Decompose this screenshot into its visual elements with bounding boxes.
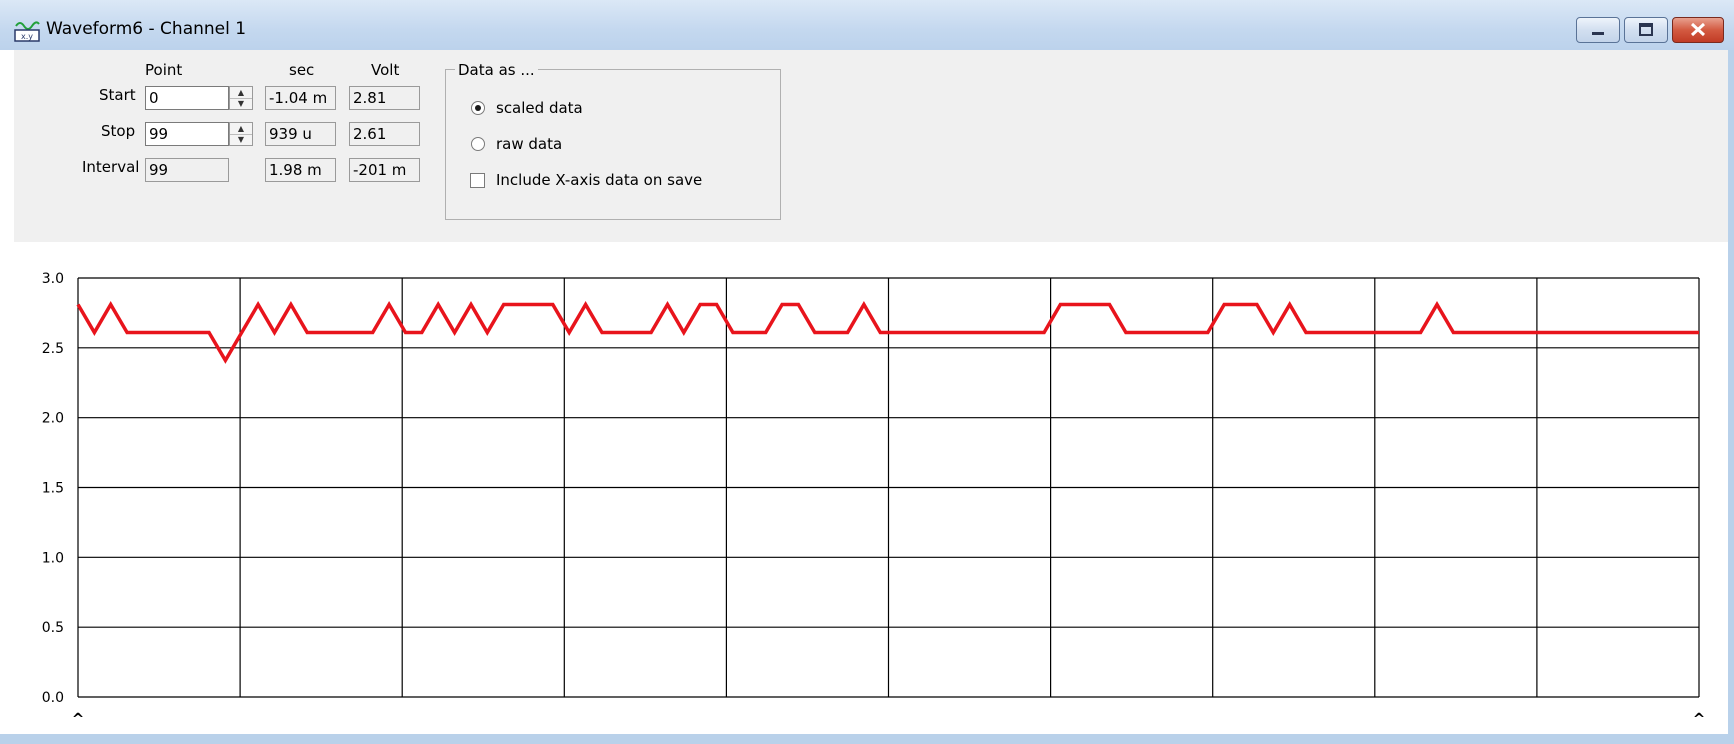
y-tick-label: 1.5 (42, 481, 64, 497)
y-tick-label: 1.0 (42, 550, 64, 566)
start-point-input[interactable]: 0 (145, 86, 229, 110)
window-left-edge (0, 50, 14, 744)
include-x-axis-checkbox[interactable] (470, 173, 485, 188)
window-title: Waveform6 - Channel 1 (46, 19, 247, 39)
y-tick-label: 0.0 (42, 690, 64, 706)
window-bottom-edge (0, 734, 1734, 744)
volt-column-header: Volt (371, 61, 400, 79)
interval-volt-value: -201 m (349, 158, 420, 182)
radio-selected-dot (475, 105, 481, 111)
maximize-button[interactable] (1624, 17, 1668, 43)
stop-point-input[interactable]: 99 (145, 122, 229, 146)
y-tick-label: 0.5 (42, 620, 64, 636)
waveform-window: x.y Waveform6 - Channel 1 Point sec Volt… (0, 0, 1734, 744)
waveform-chart[interactable]: 3.0 2.5 2.0 1.5 1.0 0.5 0.0 ^ ^ (14, 242, 1728, 734)
y-tick-label: 2.5 (42, 341, 64, 357)
y-tick-label: 3.0 (42, 271, 64, 287)
start-volt-value: 2.81 (349, 86, 420, 110)
scaled-data-label[interactable]: scaled data (496, 99, 583, 117)
stop-cursor-marker[interactable]: ^ (1693, 710, 1706, 728)
start-cursor-marker[interactable]: ^ (72, 710, 85, 728)
waveform-app-icon: x.y (14, 21, 40, 42)
stop-volt-value: 2.61 (349, 122, 420, 146)
svg-text:x.y: x.y (21, 32, 33, 41)
minimize-button[interactable] (1576, 17, 1620, 43)
stop-label: Stop (101, 122, 136, 140)
close-button[interactable] (1672, 17, 1724, 43)
control-panel (14, 50, 1728, 242)
close-icon (1690, 22, 1706, 37)
stop-point-spinner[interactable]: ▲ ▼ (229, 122, 253, 146)
spin-down-icon[interactable]: ▼ (230, 134, 252, 145)
interval-point-value: 99 (145, 158, 229, 182)
sec-column-header: sec (289, 61, 315, 79)
window-right-edge (1728, 50, 1734, 744)
include-x-axis-label[interactable]: Include X-axis data on save (496, 171, 702, 189)
point-column-header: Point (145, 61, 183, 79)
minimize-icon (1592, 32, 1604, 35)
start-point-spinner[interactable]: ▲ ▼ (229, 86, 253, 110)
data-as-title: Data as ... (455, 61, 538, 79)
start-label: Start (99, 86, 136, 104)
stop-sec-value: 939 u (265, 122, 336, 146)
interval-sec-value: 1.98 m (265, 158, 336, 182)
raw-data-radio[interactable] (471, 137, 485, 151)
y-tick-label: 2.0 (42, 411, 64, 427)
raw-data-label[interactable]: raw data (496, 135, 562, 153)
title-bar[interactable]: x.y Waveform6 - Channel 1 (0, 0, 1734, 51)
start-sec-value: -1.04 m (265, 86, 336, 110)
interval-label: Interval (82, 158, 140, 176)
spin-down-icon[interactable]: ▼ (230, 98, 252, 109)
maximize-icon (1639, 23, 1653, 36)
chart-area: 3.0 2.5 2.0 1.5 1.0 0.5 0.0 ^ ^ (14, 242, 1728, 734)
scaled-data-radio[interactable] (471, 101, 485, 115)
